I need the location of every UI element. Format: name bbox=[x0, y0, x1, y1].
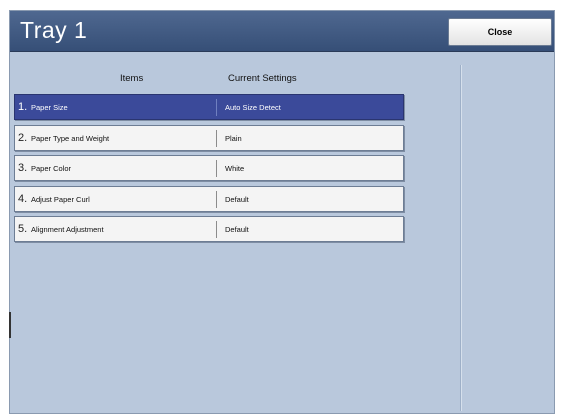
window-title: Tray 1 bbox=[20, 17, 88, 43]
panel-divider bbox=[460, 65, 462, 411]
row-item-name: Paper Type and Weight bbox=[31, 134, 110, 143]
edge-marker bbox=[9, 312, 11, 338]
row-number: 4. bbox=[18, 193, 28, 205]
row-number: 1. bbox=[18, 101, 28, 113]
dialog-window: Tray 1 Close Items Current Settings 1. P… bbox=[9, 10, 555, 414]
row-separator bbox=[216, 160, 217, 177]
row-item-name: Alignment Adjustment bbox=[31, 225, 104, 234]
row-item-name: Paper Size bbox=[31, 103, 68, 112]
row-item-name: Paper Color bbox=[31, 164, 72, 173]
row-number: 5. bbox=[18, 223, 28, 235]
row-separator bbox=[216, 221, 217, 238]
row-adjust-paper-curl[interactable]: 4. Adjust Paper Curl Default bbox=[14, 186, 404, 212]
row-current-value: Default bbox=[225, 195, 249, 204]
column-header-items: Items bbox=[120, 73, 144, 84]
row-paper-size[interactable]: 1. Paper Size Auto Size Detect bbox=[14, 94, 404, 120]
column-header-current-settings: Current Settings bbox=[228, 73, 297, 84]
row-separator bbox=[216, 99, 217, 116]
row-current-value: Default bbox=[225, 225, 249, 234]
row-paper-type-and-weight[interactable]: 2. Paper Type and Weight Plain bbox=[14, 125, 404, 151]
row-item-name: Adjust Paper Curl bbox=[31, 195, 90, 204]
row-current-value: Auto Size Detect bbox=[225, 103, 281, 112]
row-current-value: White bbox=[225, 164, 245, 173]
row-separator bbox=[216, 130, 217, 147]
row-number: 2. bbox=[18, 132, 28, 144]
row-current-value: Plain bbox=[225, 134, 242, 143]
row-alignment-adjustment[interactable]: 5. Alignment Adjustment Default bbox=[14, 216, 404, 242]
title-bar: Tray 1 Close bbox=[10, 11, 554, 52]
row-number: 3. bbox=[18, 162, 28, 174]
close-button[interactable]: Close bbox=[448, 18, 552, 46]
row-paper-color[interactable]: 3. Paper Color White bbox=[14, 155, 404, 181]
row-separator bbox=[216, 191, 217, 208]
